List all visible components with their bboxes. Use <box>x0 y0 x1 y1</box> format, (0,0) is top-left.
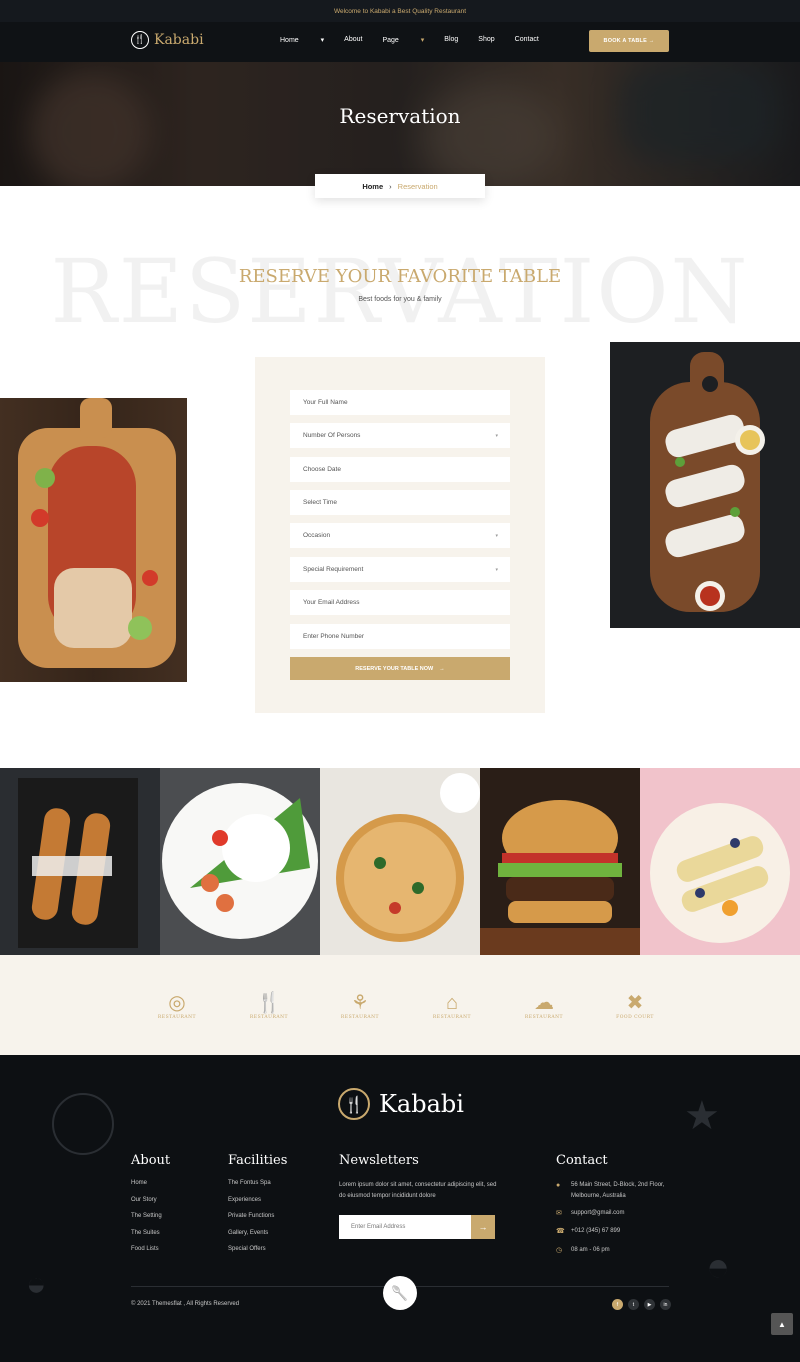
breadcrumb-current: Reservation <box>397 181 438 191</box>
nav-item-shop[interactable]: Shop <box>478 36 494 44</box>
gallery-shrimp-rice-photo[interactable] <box>160 768 320 955</box>
brand-logo[interactable]: 🍴 Kababi <box>131 31 204 49</box>
phone-input[interactable]: Enter Phone Number <box>290 624 510 649</box>
footer-link[interactable]: Gallery, Events <box>228 1230 287 1236</box>
contact-hours: ◷ 08 am - 06 pm <box>556 1245 686 1258</box>
linkedin-icon[interactable]: in <box>660 1299 671 1310</box>
newsletter-submit-button[interactable]: → <box>471 1215 495 1239</box>
social-links: f t ▶ in <box>612 1299 671 1310</box>
gallery-burger-photo[interactable] <box>480 768 640 955</box>
restaurant-badge-icon: ◎ RESTAURANT <box>157 991 197 1020</box>
twitter-icon[interactable]: t <box>628 1299 639 1310</box>
occasion-select[interactable]: Occasion ▾ <box>290 523 510 548</box>
top-announcement-bar: Welcome to Kababi a Best Quality Restaur… <box>0 0 800 22</box>
facebook-icon[interactable]: f <box>612 1299 623 1310</box>
footer-link[interactable]: Private Functions <box>228 1213 287 1219</box>
time-input[interactable]: Select Time <box>290 490 510 515</box>
copyright-text: © 2021 Themesflat , All Rights Reserved <box>131 1301 240 1307</box>
full-name-input[interactable]: Your Full Name <box>290 390 510 415</box>
main-navbar: 🍴 Kababi Home ▾ About Page ▾ Blog Shop C… <box>0 22 800 62</box>
arrow-right-icon: → <box>439 665 445 672</box>
nav-item-about[interactable]: About <box>344 36 362 44</box>
cake-decoration-icon: ◓ <box>706 1245 731 1289</box>
site-footer: ★ ◒ ◓ 🍴 Kababi About Home Our Story The … <box>0 1055 800 1362</box>
chevron-down-icon: ▾ <box>495 532 498 539</box>
cutlery-icon: 🍴 RESTAURANT <box>249 991 289 1020</box>
footer-facilities-title: Facilities <box>228 1153 288 1168</box>
special-requirement-select[interactable]: Special Requirement ▾ <box>290 557 510 582</box>
footer-newsletter-column: Newsletters Lorem ipsum dolor sit amet, … <box>339 1153 499 1202</box>
phone-icon: ☎ <box>556 1228 565 1236</box>
plate-decoration-icon <box>52 1093 114 1155</box>
footer-facilities-column: Facilities The Fontus Spa Experiences Pr… <box>228 1153 287 1263</box>
food-gallery <box>0 768 800 955</box>
scroll-to-top-button[interactable]: ▲ <box>771 1313 793 1335</box>
chevron-down-icon: ▾ <box>495 566 498 573</box>
footer-contact-title: Contact <box>556 1153 608 1168</box>
book-table-button[interactable]: BOOK A TABLE → <box>589 30 669 52</box>
section-title: RESERVE YOUR FAVORITE TABLE <box>238 266 562 287</box>
footer-link[interactable]: Experiences <box>228 1197 287 1203</box>
newsletter-description: Lorem ipsum dolor sit amet, consectetur … <box>339 1182 497 1200</box>
nav-item-blog[interactable]: Blog <box>444 36 458 44</box>
brand-name: Kababi <box>154 32 204 48</box>
food-court-icon: ✖ FOOD COURT <box>616 991 654 1020</box>
plate-icon: ⚘ RESTAURANT <box>340 991 380 1020</box>
breadcrumb-home-link[interactable]: Home <box>362 182 383 191</box>
gallery-crepes-photo[interactable] <box>640 768 800 955</box>
gallery-baguettes-photo[interactable] <box>0 768 160 955</box>
map-pin-icon: ● <box>556 1182 561 1189</box>
reserve-table-button[interactable]: RESERVE YOUR TABLE NOW → <box>290 657 510 680</box>
footer-brand-name: Kababi <box>379 1090 464 1118</box>
chevron-right-icon: › <box>389 181 392 191</box>
section-subtitle: Best foods for you & family <box>358 296 442 303</box>
date-input[interactable]: Choose Date <box>290 457 510 482</box>
chevron-down-icon: ▾ <box>495 432 498 439</box>
footer-contact-column: Contact ● 56 Main Street, D-Block, 2nd Fl… <box>556 1153 686 1263</box>
footer-link[interactable]: Home <box>131 1180 170 1186</box>
footer-logo[interactable]: 🍴 Kababi <box>338 1088 464 1120</box>
envelope-icon: ✉ <box>556 1209 562 1217</box>
footer-link[interactable]: Our Story <box>131 1197 170 1203</box>
footer-about-title: About <box>131 1153 171 1168</box>
ham-decoration-icon: ◒ <box>26 1265 47 1303</box>
footer-link[interactable]: The Fontus Spa <box>228 1180 287 1186</box>
nav-menu: Home ▾ About Page ▾ Blog Shop Contact <box>280 36 559 44</box>
footer-link[interactable]: The Suites <box>131 1230 170 1236</box>
chevron-up-icon: ▲ <box>778 1319 786 1329</box>
email-input[interactable]: Your Email Address <box>290 590 510 615</box>
announcement-text: Welcome to Kababi a Best Quality Restaur… <box>333 7 467 15</box>
breadcrumb: Home › Reservation <box>315 174 485 198</box>
page-hero-banner: Reservation <box>0 62 800 186</box>
footer-about-column: About Home Our Story The Setting The Sui… <box>131 1153 170 1263</box>
newsletter-email-input[interactable]: Enter Email Address → <box>339 1215 495 1239</box>
partner-logos-strip: ◎ RESTAURANT 🍴 RESTAURANT ⚘ RESTAURANT ⌂ RES… <box>0 955 800 1055</box>
cutlery-logo-icon: 🍴 <box>338 1088 370 1120</box>
page-title: Reservation <box>339 104 461 128</box>
footer-link[interactable]: The Setting <box>131 1213 170 1219</box>
footer-newsletter-title: Newsletters <box>339 1153 419 1168</box>
clock-icon: ◷ <box>556 1246 563 1254</box>
persons-select[interactable]: Number Of Persons ▾ <box>290 423 510 448</box>
chef-hat-icon: ☁ RESTAURANT <box>524 991 564 1020</box>
arrow-right-icon: → <box>648 38 655 44</box>
wraps-photo <box>610 342 800 628</box>
footer-link[interactable]: Special Offers <box>228 1246 287 1252</box>
gallery-pizza-photo[interactable] <box>320 768 480 955</box>
contact-address: ● 56 Main Street, D-Block, 2nd Floor, Mel… <box>556 1180 686 1202</box>
cloche-icon: ⌂ RESTAURANT <box>432 991 472 1020</box>
arrow-right-icon: → <box>478 1222 488 1232</box>
nav-item-home[interactable]: Home ▾ <box>280 36 324 44</box>
youtube-icon[interactable]: ▶ <box>644 1299 655 1310</box>
section-watermark: RESERVATION <box>50 240 750 343</box>
cutlery-logo-icon: 🍴 <box>131 31 149 49</box>
spoon-badge-icon: 🥄 <box>383 1276 417 1310</box>
nav-item-contact[interactable]: Contact <box>515 36 539 44</box>
contact-email[interactable]: ✉ support@gmail.com <box>556 1208 686 1221</box>
lobster-decoration-icon: ★ <box>684 1094 720 1138</box>
contact-phone[interactable]: ☎ +012 (345) 67 899 <box>556 1226 686 1239</box>
nav-item-page[interactable]: Page ▾ <box>382 36 424 44</box>
footer-link[interactable]: Food Lists <box>131 1246 170 1252</box>
meatloaf-photo <box>0 398 187 682</box>
